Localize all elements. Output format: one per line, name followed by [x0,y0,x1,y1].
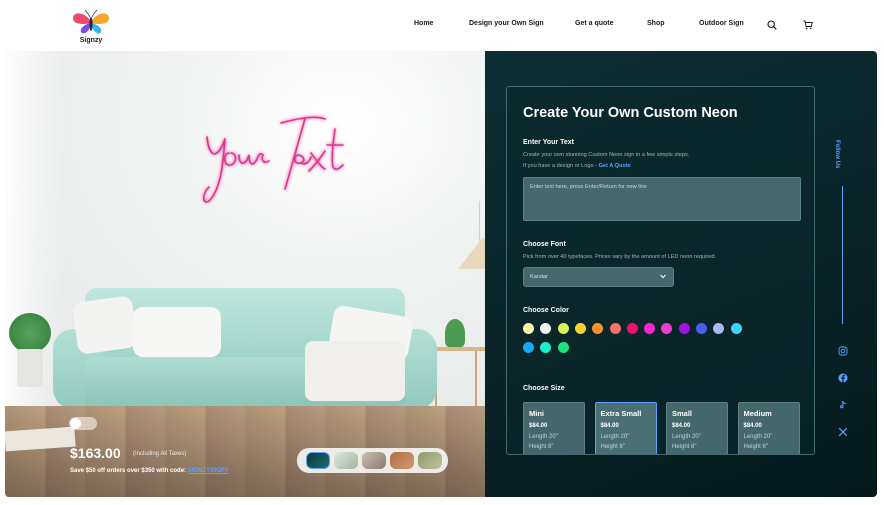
search-icon[interactable] [767,20,777,30]
chevron-down-icon [660,274,666,279]
size-name: Medium [743,409,772,418]
color-swatch[interactable] [523,323,534,334]
sign-preview: $163.00 (Including All Taxes) Save $50 o… [5,51,485,497]
facebook-icon[interactable] [838,373,848,383]
size-section-title: Choose Size [523,385,565,392]
blanket [305,341,405,401]
tiktok-icon[interactable] [838,400,848,410]
cart-icon[interactable] [803,20,813,30]
size-price: $84.00 [529,423,548,429]
color-swatch[interactable] [644,323,656,334]
color-swatch[interactable] [661,323,673,334]
toggle-knob [70,418,81,429]
font-section-title: Choose Font [523,241,566,248]
nav-shop[interactable]: Shop [647,20,665,27]
plant-pot [17,349,43,387]
text-section-desc: Create your own stunning Custom Neon sig… [523,152,690,158]
thumbnail[interactable] [390,452,414,469]
thumbnail[interactable] [306,452,330,469]
butterfly-logo-icon [72,9,110,34]
pillow [71,295,139,355]
neon-sign-preview [202,116,344,203]
logo-prompt: If you have a design or Logo - Get A Quo… [523,163,631,169]
size-name: Extra Small [600,409,642,418]
color-swatch[interactable] [713,323,725,334]
follow-us-label: Follow Us [834,140,840,169]
sign-text-input[interactable] [523,177,801,221]
color-swatch[interactable] [540,323,552,334]
thumbnail[interactable] [418,452,442,469]
text-section-title: Enter Your Text [523,139,574,146]
promo-label: Save $50 off orders over $350 with code: [70,468,187,474]
product-builder: $163.00 (Including All Taxes) Save $50 o… [5,51,877,497]
promo-code[interactable]: SIGNZY50OFF [188,468,229,474]
color-swatch[interactable] [609,323,621,334]
size-option-mini[interactable]: Mini $84.00 Length 20" Height 6" [523,402,585,454]
promo-text: Save $50 off orders over $350 with code:… [70,468,229,474]
color-swatch[interactable] [574,323,586,334]
brand-name: Signzy [79,37,103,44]
x-icon[interactable] [838,427,848,437]
size-price: $84.00 [672,423,691,429]
font-select[interactable]: Karstar [523,267,674,287]
color-swatch[interactable] [540,342,552,353]
size-option-small[interactable]: Small $84.00 Length 20" Height 6" [666,402,728,454]
thumbnail[interactable] [334,452,358,469]
color-swatch[interactable] [557,323,569,334]
color-swatch[interactable] [592,323,604,334]
customizer-form: Create Your Own Custom Neon Enter Your T… [506,86,815,455]
form-title: Create Your Own Custom Neon [523,105,738,121]
size-price: $84.00 [743,423,762,429]
pendant-lamp [458,237,485,269]
background-toggle[interactable] [69,417,97,430]
follow-divider [842,186,843,324]
instagram-icon[interactable] [838,346,848,356]
size-option-extra-small[interactable]: Extra Small $84.00 Length 20" Height 6" [594,402,657,454]
price: $163.00 [70,445,121,461]
size-length: Length 20" [743,434,773,440]
size-length: Length 20" [600,434,630,440]
site-header: Signzy Home Design your Own Sign Get a q… [0,0,884,50]
lamp-cord [479,201,480,241]
color-swatch[interactable] [523,342,534,353]
size-length: Length 20" [529,434,558,440]
color-swatch[interactable] [678,323,690,334]
nav-outdoor-sign[interactable]: Outdoor Sign [699,20,744,27]
nav-get-a-quote[interactable]: Get a quote [575,20,614,27]
nav-design-your-own-sign[interactable]: Design your Own Sign [469,20,544,27]
customizer-panel: Create Your Own Custom Neon Enter Your T… [485,51,877,497]
size-name: Mini [529,409,544,418]
pillow [133,307,221,357]
color-swatch[interactable] [626,323,638,334]
nav-home[interactable]: Home [414,20,433,27]
size-height: Height 6" [529,444,554,450]
brand-logo[interactable]: Signzy [70,8,112,46]
color-swatch[interactable] [730,323,742,334]
size-length: Length 20" [672,434,701,440]
logo-prompt-text: If you have a design or Logo - [523,163,598,169]
background-thumbnails [297,448,448,473]
size-name: Small [672,409,693,418]
size-height: Height 6" [743,444,768,450]
size-height: Height 6" [600,444,625,450]
color-section-title: Choose Color [523,307,569,314]
color-swatch[interactable] [696,323,707,334]
color-swatch[interactable] [557,342,569,353]
thumbnail[interactable] [362,452,386,469]
size-option-medium[interactable]: Medium $84.00 Length 20" Height 6" [737,402,800,454]
font-select-value: Karstar [530,274,549,280]
plant [445,319,465,347]
price-note: (Including All Taxes) [133,451,187,457]
plant-left [9,313,51,353]
size-price: $84.00 [600,423,619,429]
font-section-desc: Pick from over 40 typefaces. Prices vary… [523,254,717,260]
size-height: Height 6" [672,444,697,450]
get-a-quote-link[interactable]: Get A Quote [599,163,631,169]
